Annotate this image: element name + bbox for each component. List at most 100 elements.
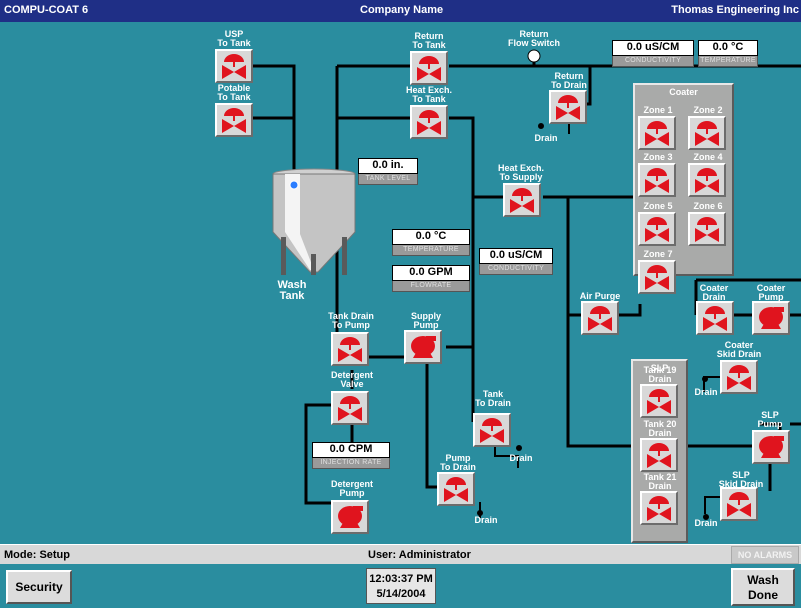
return-to-tank-valve[interactable] (410, 51, 448, 85)
pump-icon (411, 336, 436, 358)
zone-1-valve[interactable] (638, 116, 676, 150)
pump-to-drain-valve[interactable] (437, 472, 475, 506)
coater-skid-drain-valve[interactable] (720, 360, 758, 394)
user-status: User: Administrator (368, 549, 471, 561)
zone-7-label: Zone 7 (643, 249, 673, 259)
tank-to-drain-label: Tank To Drain (475, 389, 511, 408)
company-name: Company Name (360, 4, 444, 16)
alarm-indicator[interactable]: NO ALARMS (731, 546, 799, 564)
zone-7-valve[interactable] (638, 260, 676, 294)
coater-title: Coater (669, 87, 698, 97)
valve-icon (647, 443, 671, 468)
zone-6-valve[interactable] (688, 212, 726, 246)
temperature-top-caption: TEMPERATURE (698, 56, 758, 67)
slp-pump-label: SLP Pump (757, 410, 783, 429)
clock-time: 12:03:37 PM (369, 573, 433, 585)
tank-drain-to-pump-valve[interactable] (331, 332, 369, 366)
zone-1-label: Zone 1 (643, 105, 673, 115)
slp-skid-drain-valve[interactable] (720, 487, 758, 521)
supply-pump-label: Supply Pump (410, 311, 442, 330)
detergent-pump-label: Detergent Pump (330, 479, 374, 498)
app-title: COMPU-COAT 6 (4, 4, 89, 16)
heat-exch-to-tank-label: Heat Exch. To Tank (405, 85, 453, 104)
usp-to-tank-label: USP To Tank (217, 29, 251, 48)
valve-icon (727, 492, 751, 517)
supply-pump[interactable] (404, 330, 442, 364)
valve-icon (647, 496, 671, 521)
bottom-bar: Security 12:03:37 PM 5/14/2004 Wash Done (0, 564, 801, 608)
zone-3-valve[interactable] (638, 163, 676, 197)
tank-to-drain-valve[interactable] (473, 413, 511, 447)
zone-5-label: Zone 5 (643, 201, 673, 211)
coater-drain-valve[interactable] (696, 301, 734, 335)
valve-icon (695, 217, 719, 242)
tank-21-drain-valve[interactable] (640, 491, 678, 525)
return-to-drain-valve[interactable] (549, 90, 587, 124)
valve-icon (510, 188, 534, 213)
detergent-valve-label: Detergent Valve (330, 370, 374, 389)
heat-exch-to-supply-valve[interactable] (503, 183, 541, 217)
clock-date: 5/14/2004 (376, 588, 426, 600)
zone-5-valve[interactable] (638, 212, 676, 246)
pump-icon (759, 307, 784, 329)
coater-pump[interactable] (752, 301, 790, 335)
temperature-readout: 0.0 °C TEMPERATURE (392, 229, 470, 256)
drain-label-3: Drain (474, 515, 498, 525)
zone-4-valve[interactable] (688, 163, 726, 197)
conductivity-readout: 0.0 uS/CM CONDUCTIVITY (479, 248, 553, 275)
potable-to-tank-label: Potable To Tank (217, 83, 251, 102)
valve-icon (444, 477, 468, 502)
tank-level-readout: 0.0 in. TANK LEVEL (358, 158, 418, 185)
clock-display: 12:03:37 PM 5/14/2004 (366, 568, 436, 604)
tank-19-drain-valve[interactable] (640, 384, 678, 418)
heat-exch-to-tank-valve[interactable] (410, 105, 448, 139)
usp-to-tank-valve[interactable] (215, 49, 253, 83)
flowrate-readout: 0.0 GPM FLOWRATE (392, 265, 470, 292)
air-purge-valve[interactable] (581, 301, 619, 335)
conductivity-top-caption: CONDUCTIVITY (612, 56, 694, 67)
drain-label-5: Drain (694, 518, 718, 528)
return-to-drain-label: Return To Drain (551, 71, 587, 90)
tank-21-label: Tank 21 Drain (643, 472, 677, 491)
mode-status: Mode: Setup (4, 549, 70, 561)
valve-icon (417, 56, 441, 81)
tank-level-caption: TANK LEVEL (358, 174, 418, 185)
slp-pump[interactable] (752, 430, 790, 464)
drain-label-1: Drain (534, 133, 558, 143)
conductivity-top-value: 0.0 uS/CM (612, 40, 694, 56)
tank-20-drain-valve[interactable] (640, 438, 678, 472)
flow-switch-indicator (527, 49, 541, 63)
temperature-caption: TEMPERATURE (392, 245, 470, 256)
valve-icon (645, 265, 669, 290)
valve-icon (647, 389, 671, 414)
valve-icon (556, 95, 580, 120)
heat-exch-to-supply-label: Heat Exch. To Supply (497, 163, 545, 182)
valve-icon (695, 168, 719, 193)
valve-icon (480, 418, 504, 443)
temperature-top-readout: 0.0 °C TEMPERATURE (698, 40, 758, 67)
valve-icon (645, 121, 669, 146)
valve-icon (727, 365, 751, 390)
potable-to-tank-valve[interactable] (215, 103, 253, 137)
detergent-valve[interactable] (331, 391, 369, 425)
valve-icon (695, 121, 719, 146)
wash-done-button[interactable]: Wash Done (731, 568, 795, 606)
pump-icon (759, 436, 784, 458)
valve-icon (417, 110, 441, 135)
zone-6-label: Zone 6 (693, 201, 723, 211)
zone-2-label: Zone 2 (693, 105, 723, 115)
tank-20-label: Tank 20 Drain (643, 419, 677, 438)
valve-icon (338, 396, 362, 421)
wash-tank-label: Wash Tank (277, 279, 307, 302)
zone-2-valve[interactable] (688, 116, 726, 150)
pump-icon (338, 506, 363, 528)
vendor-name: Thomas Engineering Inc (671, 4, 799, 16)
valve-icon (645, 168, 669, 193)
air-purge-label: Air Purge (579, 291, 621, 301)
detergent-pump[interactable] (331, 500, 369, 534)
temperature-top-value: 0.0 °C (698, 40, 758, 56)
valve-icon (703, 306, 727, 331)
status-bar: Mode: Setup User: Administrator NO ALARM… (0, 544, 801, 565)
security-button[interactable]: Security (6, 570, 72, 604)
injection-rate-readout: 0.0 CPM INJECTION RATE (312, 442, 390, 469)
